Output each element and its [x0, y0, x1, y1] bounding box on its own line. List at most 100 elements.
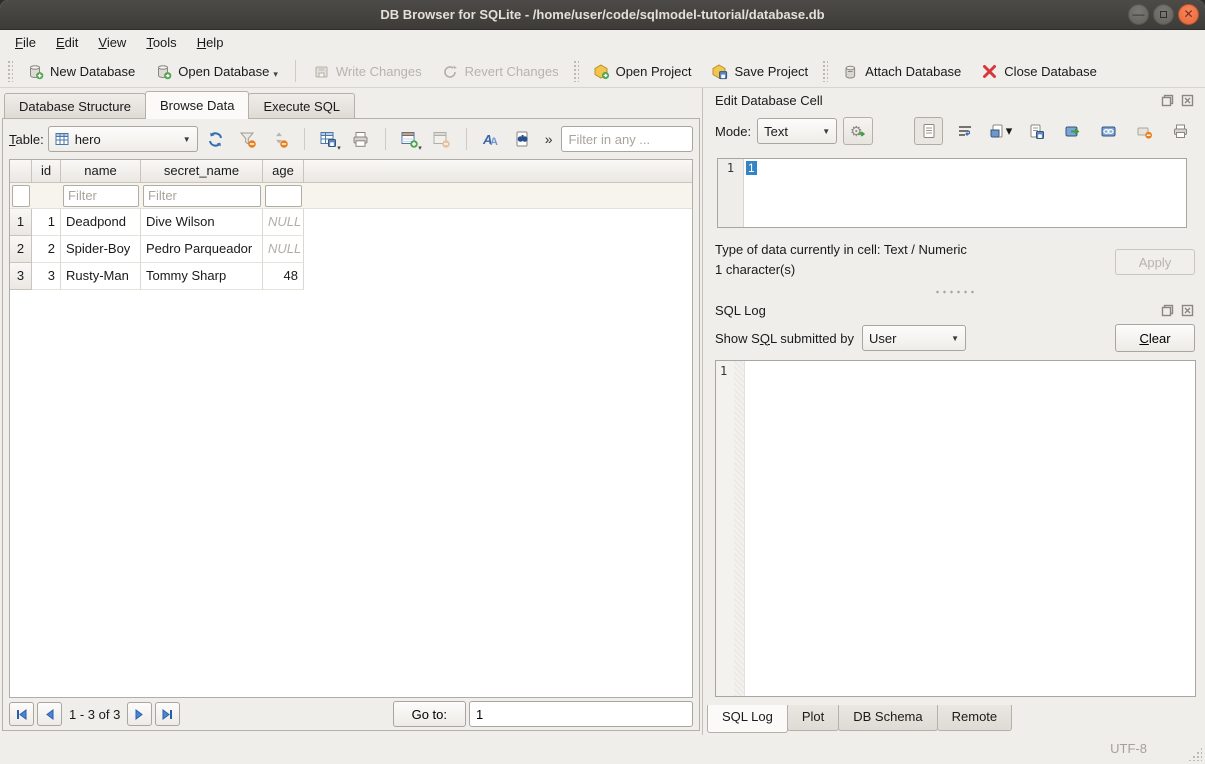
- table-label: Table:: [9, 132, 44, 147]
- cell-name[interactable]: Deadpond: [61, 209, 141, 236]
- column-header-secret-name[interactable]: secret_name: [141, 160, 263, 183]
- row-number-cell[interactable]: 2: [10, 236, 32, 263]
- tab-sql-log[interactable]: SQL Log: [707, 705, 788, 733]
- toolbar-grip[interactable]: [7, 60, 13, 82]
- close-dock-icon[interactable]: [1180, 93, 1195, 108]
- filter-input-secret-name[interactable]: [143, 185, 261, 207]
- cell-id[interactable]: 2: [32, 236, 61, 263]
- corner-header-cell[interactable]: [10, 160, 32, 183]
- toolbar-grip[interactable]: [573, 60, 579, 82]
- tab-browse-data[interactable]: Browse Data: [145, 91, 249, 119]
- cell-secret-name[interactable]: Dive Wilson: [141, 209, 263, 236]
- dock-tabbar: SQL Log Plot DB Schema Remote: [703, 705, 1205, 735]
- table-row[interactable]: 1 1 Deadpond Dive Wilson NULL: [10, 209, 692, 236]
- float-dock-icon[interactable]: [1160, 93, 1175, 108]
- mode-select[interactable]: Text ▼: [757, 118, 837, 144]
- dock-splitter[interactable]: [703, 286, 1205, 298]
- editor-content[interactable]: 1: [744, 159, 1186, 227]
- open-in-external-button[interactable]: [1058, 117, 1087, 145]
- header-filler: [304, 160, 692, 183]
- word-wrap-button[interactable]: [950, 117, 979, 145]
- print-table-button[interactable]: [347, 125, 375, 153]
- menu-edit[interactable]: Edit: [47, 32, 87, 53]
- attach-database-button[interactable]: Attach Database: [833, 58, 970, 85]
- set-null-button[interactable]: [1130, 117, 1159, 145]
- cell-editor[interactable]: 1 1: [717, 158, 1187, 228]
- save-results-button[interactable]: ▾: [315, 125, 343, 153]
- table-row[interactable]: 3 3 Rusty-Man Tommy Sharp 48: [10, 263, 692, 290]
- font-settings-button[interactable]: AA: [477, 125, 505, 153]
- sql-log-view[interactable]: 1: [715, 360, 1196, 697]
- column-header-age[interactable]: age: [263, 160, 304, 183]
- close-button[interactable]: ✕: [1178, 4, 1199, 25]
- cell-age[interactable]: NULL: [263, 236, 304, 263]
- clear-filters-button[interactable]: [234, 125, 262, 153]
- float-dock-icon[interactable]: [1160, 303, 1175, 318]
- auto-apply-button[interactable]: ⚙: [843, 117, 873, 145]
- text-view-toggle[interactable]: [914, 117, 943, 145]
- open-database-button[interactable]: Open Database ▾: [146, 58, 287, 85]
- filter-input-age[interactable]: [265, 185, 302, 207]
- text-document-icon: [921, 123, 937, 139]
- delete-record-icon: [432, 130, 451, 149]
- cell-name[interactable]: Rusty-Man: [61, 263, 141, 290]
- goto-button[interactable]: Go to:: [393, 701, 466, 727]
- open-project-button[interactable]: Open Project: [584, 58, 701, 85]
- maximize-button[interactable]: [1153, 4, 1174, 25]
- minimize-button[interactable]: —: [1128, 4, 1149, 25]
- cell-age[interactable]: NULL: [263, 209, 304, 236]
- table-row[interactable]: 2 2 Spider-Boy Pedro Parqueador NULL: [10, 236, 692, 263]
- tab-execute-sql[interactable]: Execute SQL: [248, 93, 355, 119]
- more-tools-chevron[interactable]: »: [541, 131, 557, 147]
- cell-name[interactable]: Spider-Boy: [61, 236, 141, 263]
- import-cell-data-button[interactable]: ▾: [986, 117, 1015, 145]
- new-database-button[interactable]: New Database: [18, 58, 144, 85]
- sql-source-select[interactable]: User ▼: [862, 325, 966, 351]
- column-header-id[interactable]: id: [32, 160, 61, 183]
- save-project-button[interactable]: Save Project: [702, 58, 817, 85]
- menu-file[interactable]: File: [6, 32, 45, 53]
- menu-tools[interactable]: Tools: [137, 32, 185, 53]
- menu-help[interactable]: Help: [188, 32, 233, 53]
- cell-secret-name[interactable]: Pedro Parqueador: [141, 236, 263, 263]
- tab-db-schema[interactable]: DB Schema: [838, 705, 937, 731]
- row-number-cell[interactable]: 3: [10, 263, 32, 290]
- first-record-button[interactable]: [9, 702, 34, 726]
- title-bar[interactable]: DB Browser for SQLite - /home/user/code/…: [0, 0, 1205, 30]
- clear-sort-button[interactable]: [266, 125, 294, 153]
- filter-input-id[interactable]: [12, 185, 30, 207]
- filter-input-name[interactable]: [63, 185, 139, 207]
- toolbar-grip[interactable]: [822, 60, 828, 82]
- table-select[interactable]: hero ▼: [48, 126, 198, 152]
- insert-record-button[interactable]: ▾: [396, 125, 424, 153]
- last-record-button[interactable]: [155, 702, 180, 726]
- close-database-button[interactable]: Close Database: [972, 58, 1106, 85]
- log-content[interactable]: [745, 361, 1195, 696]
- encoding-label[interactable]: UTF-8: [1110, 741, 1147, 756]
- sql-log-dock-header: SQL Log: [703, 298, 1205, 320]
- tab-database-structure[interactable]: Database Structure: [4, 93, 146, 119]
- filter-any-column-input[interactable]: [561, 126, 694, 152]
- close-dock-icon[interactable]: [1180, 303, 1195, 318]
- clear-log-button[interactable]: Clear: [1115, 324, 1195, 352]
- open-database-dropdown-caret[interactable]: ▾: [273, 69, 278, 80]
- cell-age[interactable]: 48: [263, 263, 304, 290]
- print-cell-button[interactable]: [1166, 117, 1195, 145]
- cell-secret-name[interactable]: Tommy Sharp: [141, 263, 263, 290]
- cell-id[interactable]: 1: [32, 209, 61, 236]
- row-number-cell[interactable]: 1: [10, 209, 32, 236]
- next-record-button[interactable]: [127, 702, 152, 726]
- export-cell-data-button[interactable]: [1022, 117, 1051, 145]
- resize-grip[interactable]: [1188, 747, 1202, 761]
- copy-link-button[interactable]: [1094, 117, 1123, 145]
- goto-record-input[interactable]: [469, 701, 693, 727]
- cell-id[interactable]: 3: [32, 263, 61, 290]
- find-in-table-button[interactable]: [509, 125, 537, 153]
- tab-plot[interactable]: Plot: [787, 705, 839, 731]
- tab-remote[interactable]: Remote: [937, 705, 1013, 731]
- column-header-name[interactable]: name: [61, 160, 141, 183]
- menu-view[interactable]: View: [89, 32, 135, 53]
- data-grid[interactable]: id name secret_name age: [9, 159, 693, 698]
- previous-record-button[interactable]: [37, 702, 62, 726]
- refresh-button[interactable]: [202, 125, 230, 153]
